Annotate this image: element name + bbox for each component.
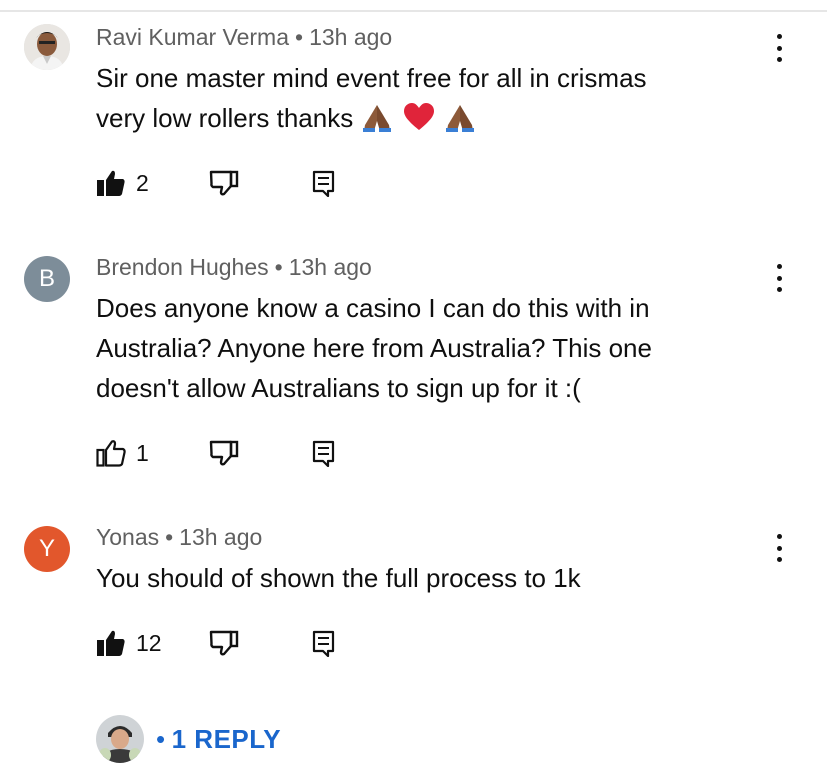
like-button[interactable]: 1 xyxy=(96,436,149,470)
comment-text-line: very low rollers thanks xyxy=(96,98,736,138)
comment-text: Sir one master mind event free for all i… xyxy=(96,58,736,138)
user-photo-avatar xyxy=(96,715,144,763)
comment-text-line: Does anyone know a casino I can do this … xyxy=(96,293,650,323)
creator-avatar xyxy=(96,715,144,763)
separator-dot: • xyxy=(274,254,283,280)
more-options-button[interactable] xyxy=(766,262,792,294)
reply-button[interactable] xyxy=(312,626,336,660)
dislike-button[interactable] xyxy=(209,436,239,470)
like-count: 1 xyxy=(136,439,149,466)
comment-actions: 2 xyxy=(96,166,356,200)
author-name[interactable]: Ravi Kumar Verma xyxy=(96,24,289,50)
separator-dot: • xyxy=(295,24,304,50)
reply-button[interactable] xyxy=(312,166,336,200)
replies-label: 1 REPLY xyxy=(171,723,282,754)
comment-text: You should of shown the full process to … xyxy=(96,558,736,598)
folded-hands-icon xyxy=(445,105,474,132)
comment-actions: 12 xyxy=(96,626,356,660)
comment-text-line: doesn't allow Australians to sign up for… xyxy=(96,373,581,403)
comment-text-line: Sir one master mind event free for all i… xyxy=(96,63,647,93)
folded-hands-icon xyxy=(363,105,392,132)
avatar[interactable] xyxy=(24,24,70,70)
comment-text-segment: very low rollers thanks xyxy=(96,103,354,133)
reply-comment-icon xyxy=(312,170,335,197)
thumbs-down-icon xyxy=(209,440,239,466)
thumbs-down-icon xyxy=(209,630,239,656)
reply-comment-icon xyxy=(312,630,335,657)
thumbs-up-icon xyxy=(96,440,126,467)
red-heart-icon xyxy=(403,103,434,130)
avatar-letter: Y xyxy=(38,535,55,562)
thumbs-up-filled-icon xyxy=(97,630,125,656)
avatar-letter: B xyxy=(38,265,55,292)
comment-actions: 1 xyxy=(96,436,356,470)
separator-dot: • xyxy=(156,723,166,754)
comment-text-line: You should of shown the full process to … xyxy=(96,563,581,593)
avatar[interactable]: B xyxy=(24,256,70,302)
author-line: Brendon Hughes • 13h ago xyxy=(96,254,372,281)
dislike-button[interactable] xyxy=(209,166,239,200)
more-options-button[interactable] xyxy=(766,532,792,564)
like-button[interactable]: 12 xyxy=(96,626,162,660)
more-options-button[interactable] xyxy=(766,32,792,64)
separator-dot: • xyxy=(165,524,174,550)
like-button[interactable]: 2 xyxy=(96,166,149,200)
replies-link[interactable]: • 1 REPLY xyxy=(156,724,281,755)
dislike-button[interactable] xyxy=(209,626,239,660)
timestamp[interactable]: 13h ago xyxy=(289,254,372,280)
thumbs-up-filled-icon xyxy=(97,170,125,196)
like-count: 2 xyxy=(136,169,149,196)
author-name[interactable]: Yonas xyxy=(96,524,159,550)
reply-comment-icon xyxy=(312,440,335,467)
like-count: 12 xyxy=(136,629,162,656)
avatar[interactable]: Y xyxy=(24,526,70,572)
timestamp[interactable]: 13h ago xyxy=(309,24,392,50)
author-line: Yonas • 13h ago xyxy=(96,524,262,551)
user-photo-avatar xyxy=(24,24,70,70)
comment-text-line: Australia? Anyone here from Australia? T… xyxy=(96,333,652,363)
comment-text: Does anyone know a casino I can do this … xyxy=(96,288,736,408)
timestamp[interactable]: 13h ago xyxy=(179,524,262,550)
author-line: Ravi Kumar Verma • 13h ago xyxy=(96,24,392,51)
author-name[interactable]: Brendon Hughes xyxy=(96,254,269,280)
top-divider xyxy=(0,10,827,12)
thumbs-down-icon xyxy=(209,170,239,196)
view-replies-button[interactable]: • 1 REPLY xyxy=(96,714,281,764)
reply-button[interactable] xyxy=(312,436,336,470)
